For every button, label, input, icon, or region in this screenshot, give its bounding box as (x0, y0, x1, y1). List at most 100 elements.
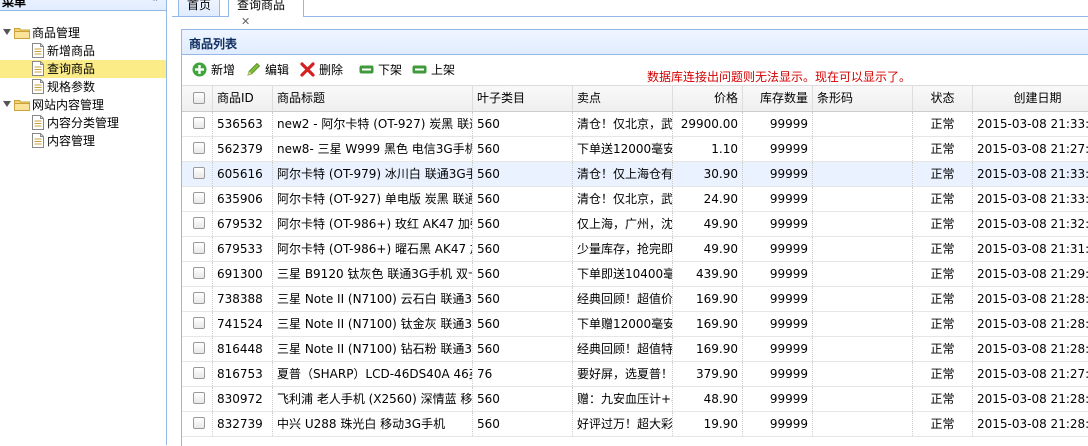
tree-folder[interactable]: 商品管理 (0, 24, 166, 42)
cell-sell: 下单即送10400毫 (573, 262, 673, 286)
row-checkbox[interactable] (193, 217, 205, 229)
column-header[interactable]: 条形码 (813, 86, 913, 111)
cell-cat: 560 (473, 337, 573, 361)
row-select-cell (182, 262, 213, 286)
cell-title: new2 - 阿尔卡特 (OT-927) 炭黑 联通 (273, 112, 473, 136)
tree-item[interactable]: 查询商品 (0, 60, 166, 78)
column-header[interactable]: 库存数量 (743, 86, 813, 111)
row-select-cell (182, 287, 213, 311)
table-row[interactable]: 816448 三星 Note II (N7100) 钻石粉 联通3G 560 经典回顾… (182, 337, 1088, 362)
tab-query-products[interactable]: 查询商品 ✕ (228, 0, 304, 28)
table-row[interactable]: 679532 阿尔卡特 (OT-986+) 玫红 AK47 加强 560 仅上海，广州… (182, 212, 1088, 237)
cell-barcode (813, 312, 913, 336)
unlist-button[interactable]: 下架 (359, 61, 405, 79)
column-header[interactable]: 商品ID (213, 86, 273, 111)
table-row[interactable]: 741524 三星 Note II (N7100) 钛金灰 联通3G 560 下单赠1… (182, 312, 1088, 337)
list-button[interactable]: 上架 (412, 61, 458, 79)
row-checkbox[interactable] (193, 417, 205, 429)
add-button[interactable]: 新增 (192, 61, 238, 79)
table-row[interactable]: 605616 阿尔卡特 (OT-979) 冰川白 联通3G手 560 清仓！仅上海仓有… (182, 162, 1088, 187)
double-chevron-left-icon[interactable]: « (151, 0, 158, 5)
cell-id: 679533 (213, 237, 273, 261)
cell-title: 阿尔卡特 (OT-986+) 玫红 AK47 加强 (273, 212, 473, 236)
cell-stock: 99999 (743, 312, 813, 336)
column-header[interactable]: 创建日期 (973, 86, 1088, 111)
cell-sell: 清仓！仅北京，武 (573, 187, 673, 211)
cell-stock: 99999 (743, 212, 813, 236)
column-header[interactable]: 状态 (913, 86, 973, 111)
tree-folder[interactable]: 网站内容管理 (0, 96, 166, 114)
unlist-label: 下架 (378, 63, 403, 77)
table-row[interactable]: 562379 new8- 三星 W999 黑色 电信3G手机 560 下单送12000… (182, 137, 1088, 162)
row-checkbox[interactable] (193, 117, 205, 129)
column-header[interactable]: 价格 (673, 86, 743, 111)
column-header[interactable]: 叶子类目 (473, 86, 573, 111)
row-checkbox[interactable] (193, 192, 205, 204)
row-select-cell (182, 237, 213, 261)
row-checkbox[interactable] (193, 242, 205, 254)
cell-barcode (813, 112, 913, 136)
tree-expand-icon[interactable] (2, 99, 12, 109)
cell-cat: 560 (473, 387, 573, 411)
column-header[interactable]: 卖点 (573, 86, 673, 111)
row-checkbox[interactable] (193, 292, 205, 304)
edit-button[interactable]: 编辑 (246, 61, 292, 79)
cell-price: 29900.00 (673, 112, 743, 136)
table-row[interactable]: 536563 new2 - 阿尔卡特 (OT-927) 炭黑 联通 560 清仓！仅北… (182, 112, 1088, 137)
tree-item[interactable]: 规格参数 (0, 78, 166, 96)
row-checkbox[interactable] (193, 267, 205, 279)
delete-button[interactable]: 删除 (300, 61, 346, 79)
cell-sell: 清仓！仅上海仓有 (573, 162, 673, 186)
row-checkbox[interactable] (193, 367, 205, 379)
tree-item[interactable]: 内容分类管理 (0, 114, 166, 132)
cell-status: 正常 (913, 362, 973, 386)
cell-barcode (813, 337, 913, 361)
column-header[interactable]: 商品标题 (273, 86, 473, 111)
row-checkbox[interactable] (193, 392, 205, 404)
row-select-cell (182, 362, 213, 386)
tree-label: 规格参数 (47, 80, 96, 94)
table-row[interactable]: 830972 飞利浦 老人手机 (X2560) 深情蓝 移动 560 赠：九安血压计+… (182, 387, 1088, 412)
tab-home[interactable]: 首页 (178, 0, 220, 16)
table-row[interactable]: 738388 三星 Note II (N7100) 云石白 联通3G 560 经典回顾… (182, 287, 1088, 312)
remove-icon (412, 65, 427, 74)
cell-title: 中兴 U288 珠光白 移动3G手机 (273, 412, 473, 436)
cell-sell: 经典回顾！超值价 (573, 287, 673, 311)
close-icon[interactable]: ✕ (241, 15, 250, 28)
folder-open-icon (14, 98, 30, 111)
cell-status: 正常 (913, 287, 973, 311)
cell-title: 三星 Note II (N7100) 钛金灰 联通3G (273, 312, 473, 336)
cell-cat: 560 (473, 287, 573, 311)
tree-label: 内容管理 (47, 134, 96, 148)
product-grid: 商品ID 商品标题 叶子类目 卖点 价格 库存数量 条形码 状态 创建日期 536563 new2… (182, 85, 1088, 437)
tree-item[interactable]: 新增商品 (0, 42, 166, 60)
remove-icon (359, 65, 374, 74)
cell-id: 741524 (213, 312, 273, 336)
tree-item[interactable]: 内容管理 (0, 132, 166, 150)
select-all-checkbox[interactable] (193, 92, 205, 104)
cell-price: 1.10 (673, 137, 743, 161)
table-row[interactable]: 679533 阿尔卡特 (OT-986+) 曜石黑 AK47 加 560 少量库存，抢… (182, 237, 1088, 262)
cell-price: 439.90 (673, 262, 743, 286)
row-checkbox[interactable] (193, 317, 205, 329)
cell-stock: 99999 (743, 237, 813, 261)
cell-created: 2015-03-08 21:32:3 (973, 212, 1088, 236)
table-row[interactable]: 816753 夏普（SHARP）LCD-46DS40A 46英 76 要好屏，选夏普！… (182, 362, 1088, 387)
cell-created: 2015-03-08 21:28:4 (973, 412, 1088, 436)
row-checkbox[interactable] (193, 342, 205, 354)
tree-expand-icon[interactable] (2, 27, 12, 37)
row-checkbox[interactable] (193, 142, 205, 154)
table-row[interactable]: 635906 阿尔卡特 (OT-927) 单电版 炭黑 联通 560 清仓！仅北京，武… (182, 187, 1088, 212)
cell-status: 正常 (913, 412, 973, 436)
cell-stock: 99999 (743, 387, 813, 411)
row-checkbox[interactable] (193, 167, 205, 179)
table-row[interactable]: 691300 三星 B9120 钛灰色 联通3G手机 双卡 560 下单即送10400… (182, 262, 1088, 287)
cell-title: 阿尔卡特 (OT-986+) 曜石黑 AK47 加 (273, 237, 473, 261)
table-row[interactable]: 832739 中兴 U288 珠光白 移动3G手机 560 好评过万！超大彩 19.90… (182, 412, 1088, 437)
cell-status: 正常 (913, 212, 973, 236)
cell-id: 605616 (213, 162, 273, 186)
cell-status: 正常 (913, 137, 973, 161)
cell-status: 正常 (913, 312, 973, 336)
cell-price: 48.90 (673, 387, 743, 411)
cell-sell: 下单赠12000毫安 (573, 312, 673, 336)
